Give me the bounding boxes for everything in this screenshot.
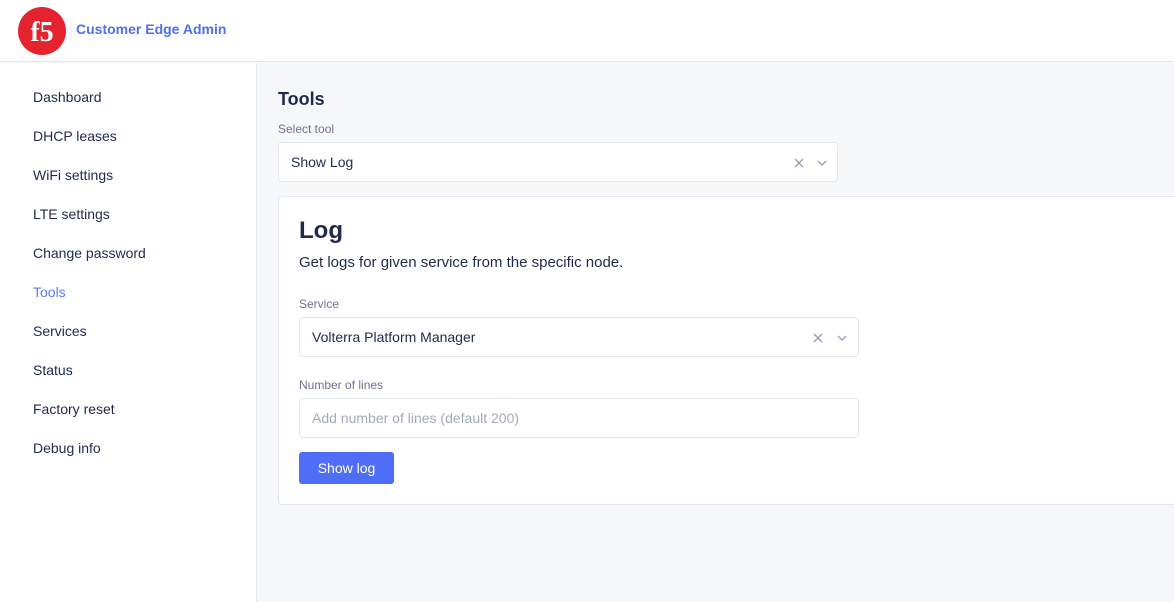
sidebar-item-dhcp-leases[interactable]: DHCP leases bbox=[33, 128, 117, 144]
close-icon[interactable] bbox=[792, 156, 806, 170]
sidebar-item-status[interactable]: Status bbox=[33, 362, 73, 378]
main-content: Tools Select tool Show Log Log Get logs … bbox=[258, 63, 1174, 602]
select-tool-label: Select tool bbox=[278, 122, 335, 136]
sidebar-item-tools[interactable]: Tools bbox=[33, 284, 66, 300]
chevron-down-icon[interactable] bbox=[836, 332, 848, 344]
number-of-lines-label: Number of lines bbox=[299, 378, 384, 392]
close-icon[interactable] bbox=[811, 331, 825, 345]
tool-select-value: Show Log bbox=[291, 154, 354, 170]
card-description: Get logs for given service from the spec… bbox=[299, 254, 624, 271]
sidebar-item-dashboard[interactable]: Dashboard bbox=[33, 89, 102, 105]
top-header: f5 Customer Edge Admin bbox=[0, 0, 1174, 62]
logo-text: f5 bbox=[30, 17, 53, 48]
chevron-down-icon[interactable] bbox=[816, 157, 828, 169]
tool-select[interactable]: Show Log bbox=[278, 142, 838, 182]
sidebar-nav: Dashboard DHCP leases WiFi settings LTE … bbox=[0, 63, 257, 602]
sidebar-item-services[interactable]: Services bbox=[33, 323, 87, 339]
f5-logo-icon[interactable]: f5 bbox=[18, 7, 66, 55]
service-select[interactable]: Volterra Platform Manager bbox=[299, 317, 859, 357]
app-title[interactable]: Customer Edge Admin bbox=[76, 21, 226, 37]
sidebar-item-wifi-settings[interactable]: WiFi settings bbox=[33, 167, 113, 183]
show-log-button[interactable]: Show log bbox=[299, 452, 394, 484]
sidebar-item-lte-settings[interactable]: LTE settings bbox=[33, 206, 110, 222]
page-title: Tools bbox=[278, 89, 325, 109]
sidebar-item-change-password[interactable]: Change password bbox=[33, 245, 146, 261]
sidebar-item-factory-reset[interactable]: Factory reset bbox=[33, 401, 115, 417]
number-of-lines-input[interactable] bbox=[299, 398, 859, 438]
service-select-value: Volterra Platform Manager bbox=[312, 329, 476, 345]
card-title: Log bbox=[299, 217, 343, 244]
service-label: Service bbox=[299, 297, 340, 311]
log-card: Log Get logs for given service from the … bbox=[278, 196, 1174, 505]
sidebar-item-debug-info[interactable]: Debug info bbox=[33, 440, 101, 456]
